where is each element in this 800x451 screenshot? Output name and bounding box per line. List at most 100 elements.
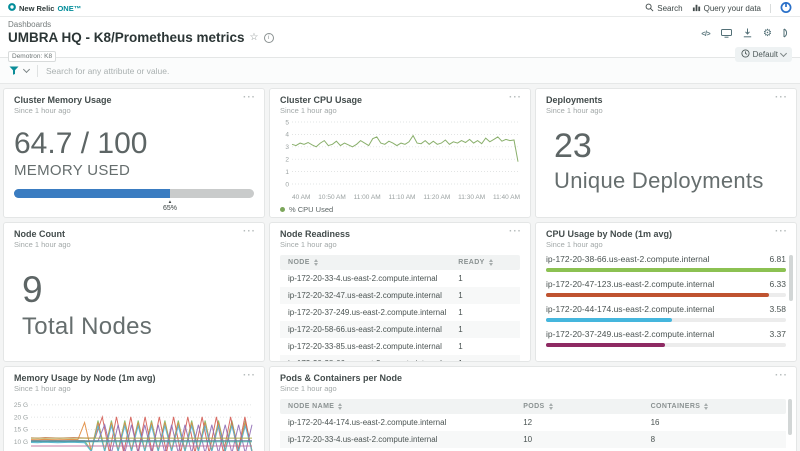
table-cell: 10 <box>523 435 650 444</box>
table-cell: ip-172-20-44-174.us-east-2.compute.inter… <box>288 418 523 427</box>
widget-cluster-cpu-usage: Cluster CPU Usage Since 1 hour ago ··· 5… <box>269 88 531 218</box>
column-header[interactable]: NODE <box>288 259 458 266</box>
table-cell: 1 <box>458 308 512 317</box>
widget-node-count: Node Count Since 1 hour ago ··· 9 Total … <box>3 222 265 362</box>
sort-icon[interactable] <box>338 403 342 410</box>
sort-icon[interactable] <box>549 403 553 410</box>
table-row: ip-172-20-38-66.us-east-2.compute.intern… <box>280 355 520 362</box>
memory-used-label: MEMORY USED <box>14 162 254 179</box>
query-your-data-button[interactable]: Query your data <box>692 3 761 14</box>
top-navigation-bar: New Relic ONE™ Search Query your data <box>0 0 800 17</box>
svg-text:1: 1 <box>285 169 289 176</box>
bar-item[interactable]: ip-172-20-37-249.us-east-2.compute.inter… <box>546 329 786 347</box>
widget-subtitle: Since 1 hour ago <box>14 240 254 249</box>
widget-menu-button[interactable]: ··· <box>775 226 788 237</box>
widget-menu-button[interactable]: ··· <box>509 92 522 103</box>
table-cell: ip-172-20-33-4.us-east-2.compute.interna… <box>288 274 458 283</box>
column-header[interactable]: READY <box>458 259 512 266</box>
legend-dot-icon <box>280 207 285 212</box>
deployments-label: Unique Deployments <box>546 168 786 194</box>
widget-title: Cluster Memory Usage <box>14 95 254 105</box>
tv-mode-icon[interactable] <box>721 25 732 43</box>
search-button[interactable]: Search <box>645 3 682 14</box>
svg-text:0: 0 <box>285 181 289 188</box>
widget-cluster-memory-usage: Cluster Memory Usage Since 1 hour ago ··… <box>3 88 265 218</box>
widget-subtitle: Since 1 hour ago <box>280 240 520 249</box>
line-chart-svg: 25 G20 G15 G10 G5 G0 <box>14 397 254 451</box>
info-icon[interactable]: i <box>264 33 274 43</box>
table-row: ip-172-20-37-249.us-east-2.compute.inter… <box>280 304 520 321</box>
cpu-line-chart: 543210 <box>280 119 520 194</box>
x-axis-tick: 11:30 AM <box>458 194 485 201</box>
half-circle-icon[interactable] <box>783 25 790 43</box>
search-icon <box>645 3 654 14</box>
memory-used-value: 64.7 / 100 <box>14 127 254 161</box>
bar-chart-icon <box>692 3 701 14</box>
code-embed-icon[interactable]: </> <box>701 31 710 38</box>
funnel-filter-icon <box>9 62 19 80</box>
table-row: ip-172-20-33-85.us-east-2.compute.intern… <box>280 338 520 355</box>
widget-menu-button[interactable]: ··· <box>243 370 256 381</box>
bar-item[interactable]: ip-172-20-38-66.us-east-2.compute.intern… <box>546 254 786 272</box>
svg-text:15 G: 15 G <box>14 427 28 434</box>
table-row: ip-172-20-44-174.us-east-2.compute.inter… <box>280 414 786 431</box>
sort-icon[interactable] <box>314 259 318 266</box>
new-relic-brand[interactable]: New Relic ONE™ <box>8 3 81 13</box>
table-cell: 1 <box>458 359 512 362</box>
table-row: ip-172-20-33-4.us-east-2.compute.interna… <box>280 270 520 287</box>
breadcrumb[interactable]: Dashboards <box>8 20 274 29</box>
x-axis-tick: 11:10 AM <box>388 194 415 201</box>
dashboard-grid: Cluster Memory Usage Since 1 hour ago ··… <box>0 84 800 451</box>
widget-menu-button[interactable]: ··· <box>775 370 788 381</box>
widget-title: Cluster CPU Usage <box>280 95 520 105</box>
memory-progress-fill <box>14 189 170 198</box>
deployments-value: 23 <box>546 127 786 166</box>
widget-menu-button[interactable]: ··· <box>243 92 256 103</box>
svg-text:4: 4 <box>285 132 289 139</box>
bar-item[interactable]: ip-172-20-47-123.us-east-2.compute.inter… <box>546 279 786 297</box>
table-cell: ip-172-20-37-249.us-east-2.compute.inter… <box>288 308 458 317</box>
x-axis-tick: 40 AM <box>292 194 310 201</box>
widget-title: CPU Usage by Node (1m avg) <box>546 229 786 239</box>
favorite-star-icon[interactable]: ☆ <box>250 33 259 43</box>
column-header[interactable]: NODE NAME <box>288 403 523 410</box>
x-axis-labels: 40 AM10:50 AM11:00 AM11:10 AM11:20 AM11:… <box>280 194 520 201</box>
widget-title: Node Readiness <box>280 229 520 239</box>
sort-icon[interactable] <box>704 403 708 410</box>
memory-progress-bar <box>14 189 254 198</box>
bar-fill <box>546 318 672 322</box>
settings-gear-icon[interactable]: ⚙ <box>763 29 772 39</box>
bar-fill <box>546 293 769 297</box>
column-header[interactable]: CONTAINERS <box>651 403 778 410</box>
column-header[interactable]: PODS <box>523 403 650 410</box>
widget-subtitle: Since 1 hour ago <box>546 240 786 249</box>
sort-icon[interactable] <box>489 259 493 266</box>
table-row: ip-172-20-32-47.us-east-2.compute.intern… <box>280 287 520 304</box>
table-body: ip-172-20-44-174.us-east-2.compute.inter… <box>280 414 786 451</box>
bar-item[interactable]: ip-172-20-44-174.us-east-2.compute.inter… <box>546 304 786 322</box>
filter-search-input[interactable]: Search for any attribute or value. <box>46 66 169 76</box>
widget-menu-button[interactable]: ··· <box>243 226 256 237</box>
progress-marker: ▲ 65% <box>163 200 177 213</box>
account-avatar[interactable] <box>780 1 792 15</box>
widget-subtitle: Since 1 hour ago <box>14 384 254 393</box>
time-picker-dropdown[interactable]: Default <box>735 47 792 62</box>
widget-node-readiness: Node Readiness Since 1 hour ago ··· NODE… <box>269 222 531 362</box>
bar-label: ip-172-20-37-249.us-east-2.compute.inter… <box>546 329 714 339</box>
export-download-icon[interactable] <box>743 25 752 43</box>
table-cell: 1 <box>458 325 512 334</box>
widget-deployments: Deployments Since 1 hour ago ··· 23 Uniq… <box>535 88 797 218</box>
widget-subtitle: Since 1 hour ago <box>546 106 786 115</box>
widget-menu-button[interactable]: ··· <box>775 92 788 103</box>
widget-menu-button[interactable]: ··· <box>509 226 522 237</box>
table-header-row: NODE NAMEPODSCONTAINERS <box>280 399 786 414</box>
table-cell: ip-172-20-38-66.us-east-2.compute.intern… <box>288 359 458 362</box>
table-header-row: NODEREADY <box>280 255 520 270</box>
scrollbar[interactable] <box>789 255 793 301</box>
dashboard-tag[interactable]: Demotron: K8 <box>8 51 56 62</box>
chart-legend[interactable]: % CPU Used <box>280 205 520 214</box>
brand-name: New Relic <box>19 4 54 13</box>
widget-pods-containers-per-node: Pods & Containers per Node Since 1 hour … <box>269 366 797 451</box>
scrollbar[interactable] <box>788 399 792 435</box>
chevron-down-icon[interactable] <box>23 66 30 73</box>
